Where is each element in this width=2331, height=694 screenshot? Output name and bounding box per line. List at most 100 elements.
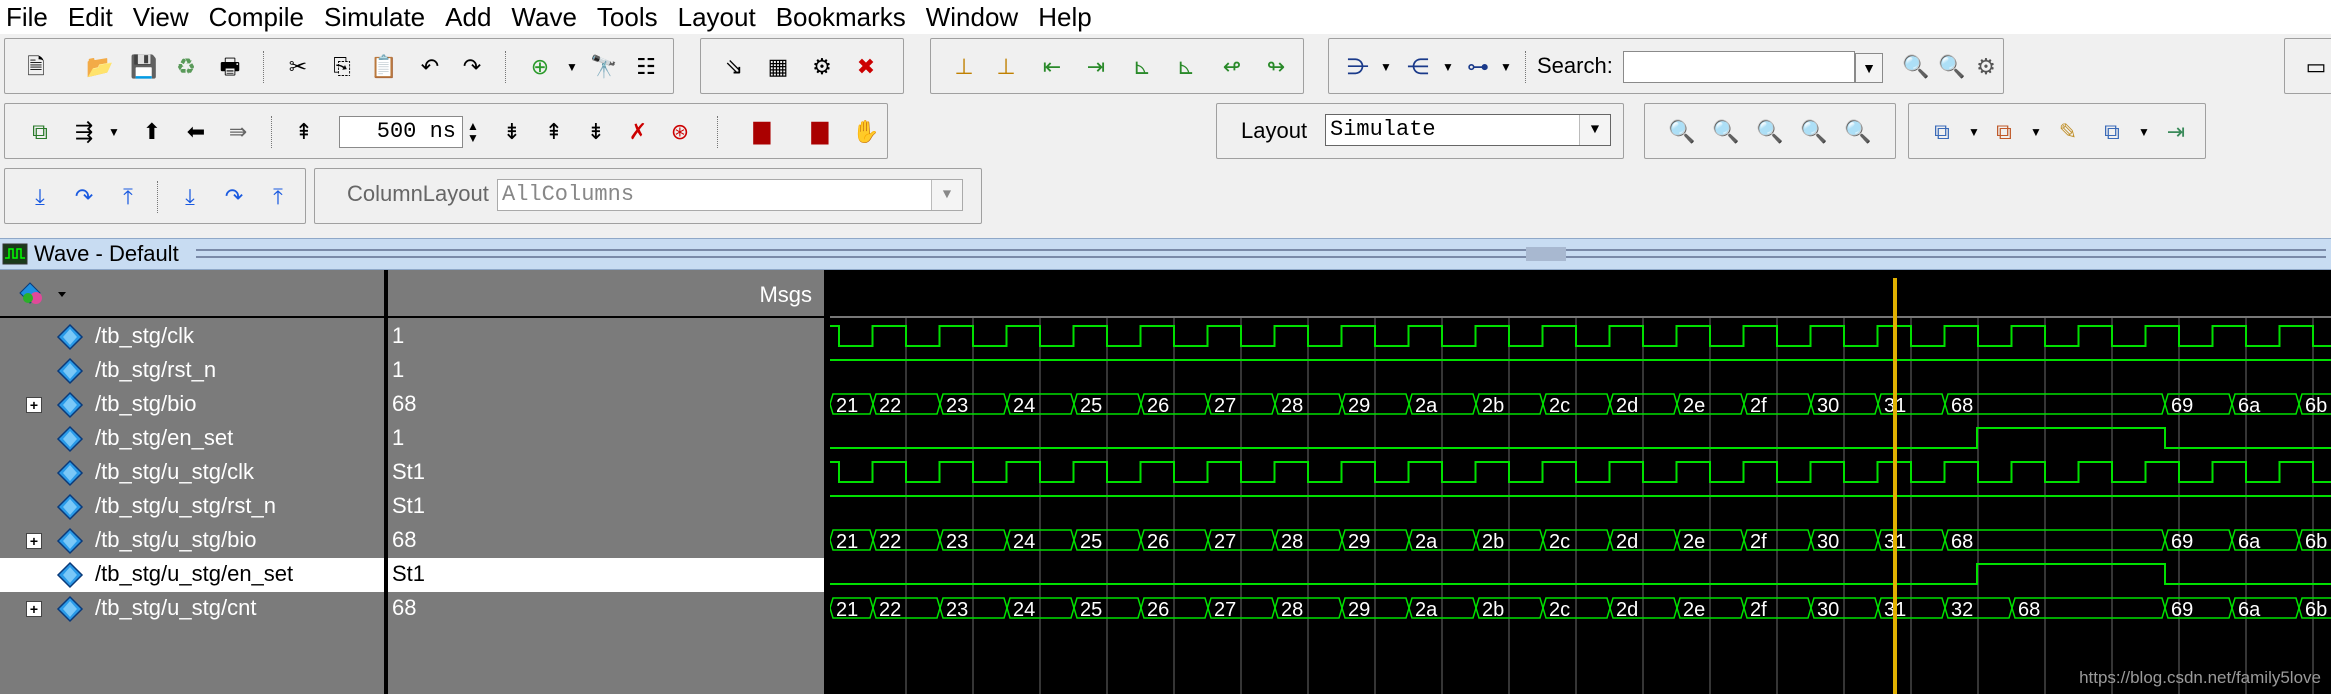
zoom-out-icon[interactable]: 🔍 xyxy=(1711,117,1741,147)
value-row[interactable]: 1 xyxy=(388,320,824,354)
signal-type-icon[interactable] xyxy=(14,278,74,308)
search-dropdown-icon[interactable]: ▼ xyxy=(1855,53,1883,83)
first-transition-icon[interactable]: ↫ xyxy=(1217,52,1247,82)
add-list-icon[interactable]: ⧉ xyxy=(1989,117,2019,147)
last-transition-icon[interactable]: ↬ xyxy=(1261,52,1291,82)
open-folder-icon[interactable]: 📂 xyxy=(85,52,115,82)
step-out-current-icon[interactable]: ⤒ xyxy=(263,182,293,212)
menu-bookmarks[interactable]: Bookmarks xyxy=(776,2,906,33)
menu-help[interactable]: Help xyxy=(1038,2,1091,33)
structure-icon[interactable]: ☷ xyxy=(631,52,661,82)
compile-all-icon[interactable]: ▦ xyxy=(763,52,793,82)
expand-icon[interactable]: + xyxy=(26,601,42,617)
search-input[interactable] xyxy=(1623,51,1855,83)
step-back-icon[interactable]: ⬅ xyxy=(181,117,211,147)
menu-add[interactable]: Add xyxy=(445,2,491,33)
prev-transition-icon[interactable]: ⊾ xyxy=(1127,52,1157,82)
chevron-down-icon[interactable]: ▼ xyxy=(99,117,129,147)
step-over-current-icon[interactable]: ↷ xyxy=(219,182,249,212)
add-wave-icon[interactable]: ⧉ xyxy=(1927,117,1957,147)
signal-row[interactable]: /tb_stg/en_set xyxy=(0,422,384,456)
menu-simulate[interactable]: Simulate xyxy=(324,2,425,33)
export-icon[interactable]: ⇥ xyxy=(2161,117,2191,147)
layout-select[interactable]: Simulate ▼ xyxy=(1325,114,1611,146)
chevron-down-icon[interactable]: ▼ xyxy=(2021,117,2051,147)
wave-window-titlebar[interactable]: Wave - Default xyxy=(0,238,2331,270)
signal-row[interactable]: /tb_stg/u_stg/rst_n xyxy=(0,490,384,524)
delete-cursor-icon[interactable]: ⋲ xyxy=(1403,52,1433,82)
redo-icon[interactable]: ↷ xyxy=(457,52,487,82)
menu-view[interactable]: View xyxy=(133,2,189,33)
menu-layout[interactable]: Layout xyxy=(678,2,756,33)
simulate-icon[interactable]: ⚙ xyxy=(807,52,837,82)
break-icon[interactable]: ✖ xyxy=(851,52,881,82)
chevron-down-icon[interactable]: ▼ xyxy=(1959,117,1989,147)
run-continue-icon[interactable]: ⇟ xyxy=(497,117,527,147)
edit-icon[interactable]: ✎ xyxy=(2053,117,2083,147)
expand-icon[interactable]: + xyxy=(26,397,42,413)
stop-circle-icon[interactable]: ⊛ xyxy=(665,117,695,147)
chevron-down-icon[interactable]: ▼ xyxy=(2129,117,2159,147)
add-circle-icon[interactable]: ⊕ xyxy=(525,52,555,82)
cut-icon[interactable]: ✂ xyxy=(283,52,313,82)
step-over-icon[interactable]: ↷ xyxy=(69,182,99,212)
zoom-full-icon[interactable]: 🔍 xyxy=(1755,117,1785,147)
zoom-in-icon[interactable]: 🔍 xyxy=(1667,117,1697,147)
hand-icon[interactable]: ✋ xyxy=(851,117,881,147)
signal-row[interactable]: /tb_stg/clk xyxy=(0,320,384,354)
chevron-down-icon[interactable]: ▼ xyxy=(1579,115,1610,145)
column-layout-select[interactable]: AllColumns ▼ xyxy=(497,179,963,211)
save-icon[interactable]: 💾 xyxy=(129,52,159,82)
waveform-pane[interactable]: 2122232425262728292a2b2c2d2e2f303168696a… xyxy=(830,270,2331,694)
value-row[interactable]: St1 xyxy=(388,490,824,524)
signal-row[interactable]: + /tb_stg/bio xyxy=(0,388,384,422)
menu-edit[interactable]: Edit xyxy=(68,2,113,33)
forward-icon[interactable]: ⇛ xyxy=(223,117,253,147)
undo-icon[interactable]: ↶ xyxy=(415,52,445,82)
next-edge-icon[interactable]: ⇥ xyxy=(1081,52,1111,82)
zoom-range-icon[interactable]: 🔍 xyxy=(1843,117,1873,147)
signal-row[interactable]: /tb_stg/rst_n xyxy=(0,354,384,388)
menu-file[interactable]: File xyxy=(6,2,48,33)
step-out-icon[interactable]: ⤒ xyxy=(113,182,143,212)
chevron-down-icon[interactable]: ▼ xyxy=(1371,52,1401,82)
signal-row[interactable]: + /tb_stg/u_stg/cnt xyxy=(0,592,384,626)
step-up-icon[interactable]: ⬆ xyxy=(137,117,167,147)
chevron-down-icon[interactable]: ▼ xyxy=(1433,52,1463,82)
insert-cursor-icon[interactable]: ⋺ xyxy=(1343,52,1373,82)
value-row[interactable]: 68 xyxy=(388,524,824,558)
zoom-cursor-icon[interactable]: 🔍 xyxy=(1799,117,1829,147)
compile-icon[interactable]: ⇘ xyxy=(719,52,749,82)
step-into-current-icon[interactable]: ⤓ xyxy=(175,182,205,212)
search-prev-icon[interactable]: 🔍 xyxy=(1901,52,1931,82)
stop-icon[interactable]: ✗ xyxy=(623,117,653,147)
restart-icon[interactable]: ⧉ xyxy=(25,117,55,147)
paste-icon[interactable]: 📋 xyxy=(369,52,399,82)
panel-icon[interactable]: ▭ xyxy=(2301,52,2331,82)
memory-profile-icon[interactable]: ▇ xyxy=(805,117,835,147)
signal-row[interactable]: /tb_stg/u_stg/clk xyxy=(0,456,384,490)
menu-wave[interactable]: Wave xyxy=(511,2,577,33)
menu-window[interactable]: Window xyxy=(926,2,1018,33)
signal-row[interactable]: /tb_stg/u_stg/en_set xyxy=(0,558,384,592)
search-next-icon[interactable]: 🔍 xyxy=(1937,52,1967,82)
value-row[interactable]: 68 xyxy=(388,388,824,422)
next-transition-icon[interactable]: ⊾ xyxy=(1171,52,1201,82)
menu-tools[interactable]: Tools xyxy=(597,2,658,33)
find-binoculars-icon[interactable]: 🔭 xyxy=(589,52,619,82)
prev-edge-icon[interactable]: ⇤ xyxy=(1037,52,1067,82)
menu-compile[interactable]: Compile xyxy=(209,2,304,33)
new-file-icon[interactable]: 🗎 xyxy=(21,52,51,82)
signal-row[interactable]: + /tb_stg/u_stg/bio xyxy=(0,524,384,558)
value-row[interactable]: St1 xyxy=(388,456,824,490)
run-all-icon[interactable]: ⇞ xyxy=(539,117,569,147)
value-row[interactable]: St1 xyxy=(388,558,824,592)
add-log-icon[interactable]: ⧉ xyxy=(2097,117,2127,147)
reload-icon[interactable]: ♻ xyxy=(171,52,201,82)
search-options-icon[interactable]: ⚙ xyxy=(1971,52,2001,82)
run-length-icon[interactable]: ⇶ xyxy=(69,117,99,147)
run-length-input[interactable]: 500 ns xyxy=(339,116,463,148)
expand-icon[interactable]: + xyxy=(26,533,42,549)
step-into-icon[interactable]: ⤓ xyxy=(25,182,55,212)
run-break-icon[interactable]: ⇟ xyxy=(581,117,611,147)
